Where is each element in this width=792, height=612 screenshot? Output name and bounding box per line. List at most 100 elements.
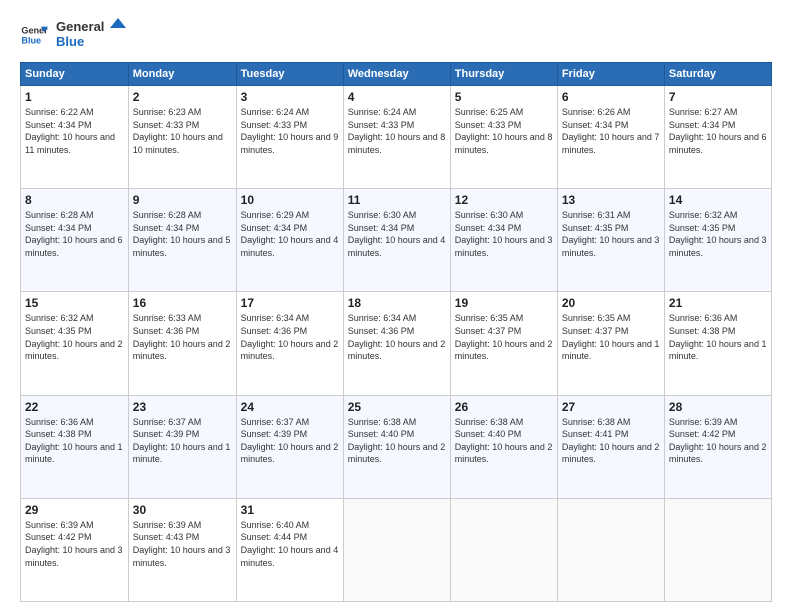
day-info: Sunrise: 6:28 AMSunset: 4:34 PMDaylight:… <box>25 209 124 259</box>
logo-svg: General Blue <box>56 16 126 54</box>
day-number: 25 <box>348 400 446 414</box>
day-number: 29 <box>25 503 124 517</box>
svg-text:General: General <box>56 19 104 34</box>
calendar-cell <box>343 498 450 601</box>
calendar-cell <box>557 498 664 601</box>
day-number: 1 <box>25 90 124 104</box>
day-number: 2 <box>133 90 232 104</box>
day-info: Sunrise: 6:34 AMSunset: 4:36 PMDaylight:… <box>348 312 446 362</box>
calendar-cell: 5 Sunrise: 6:25 AMSunset: 4:33 PMDayligh… <box>450 86 557 189</box>
day-number: 9 <box>133 193 232 207</box>
calendar-cell: 19 Sunrise: 6:35 AMSunset: 4:37 PMDaylig… <box>450 292 557 395</box>
calendar-cell: 6 Sunrise: 6:26 AMSunset: 4:34 PMDayligh… <box>557 86 664 189</box>
calendar-cell: 14 Sunrise: 6:32 AMSunset: 4:35 PMDaylig… <box>664 189 771 292</box>
calendar-week-row: 8 Sunrise: 6:28 AMSunset: 4:34 PMDayligh… <box>21 189 772 292</box>
day-number: 17 <box>241 296 339 310</box>
day-number: 12 <box>455 193 553 207</box>
day-number: 23 <box>133 400 232 414</box>
day-info: Sunrise: 6:40 AMSunset: 4:44 PMDaylight:… <box>241 519 339 569</box>
day-number: 3 <box>241 90 339 104</box>
day-number: 8 <box>25 193 124 207</box>
calendar-cell: 9 Sunrise: 6:28 AMSunset: 4:34 PMDayligh… <box>128 189 236 292</box>
day-number: 24 <box>241 400 339 414</box>
weekday-header: Wednesday <box>343 63 450 86</box>
day-info: Sunrise: 6:25 AMSunset: 4:33 PMDaylight:… <box>455 106 553 156</box>
day-info: Sunrise: 6:32 AMSunset: 4:35 PMDaylight:… <box>25 312 124 362</box>
day-info: Sunrise: 6:36 AMSunset: 4:38 PMDaylight:… <box>669 312 767 362</box>
calendar-cell: 22 Sunrise: 6:36 AMSunset: 4:38 PMDaylig… <box>21 395 129 498</box>
calendar-cell: 7 Sunrise: 6:27 AMSunset: 4:34 PMDayligh… <box>664 86 771 189</box>
day-number: 31 <box>241 503 339 517</box>
logo: General Blue General Blue <box>20 16 126 54</box>
day-info: Sunrise: 6:31 AMSunset: 4:35 PMDaylight:… <box>562 209 660 259</box>
day-number: 20 <box>562 296 660 310</box>
calendar-header-row: SundayMondayTuesdayWednesdayThursdayFrid… <box>21 63 772 86</box>
day-info: Sunrise: 6:32 AMSunset: 4:35 PMDaylight:… <box>669 209 767 259</box>
day-info: Sunrise: 6:38 AMSunset: 4:40 PMDaylight:… <box>348 416 446 466</box>
general-blue-logo-icon: General Blue <box>20 21 48 49</box>
calendar-cell: 28 Sunrise: 6:39 AMSunset: 4:42 PMDaylig… <box>664 395 771 498</box>
svg-text:Blue: Blue <box>56 34 84 49</box>
calendar-cell: 2 Sunrise: 6:23 AMSunset: 4:33 PMDayligh… <box>128 86 236 189</box>
calendar-cell: 23 Sunrise: 6:37 AMSunset: 4:39 PMDaylig… <box>128 395 236 498</box>
calendar-cell: 30 Sunrise: 6:39 AMSunset: 4:43 PMDaylig… <box>128 498 236 601</box>
calendar-cell: 24 Sunrise: 6:37 AMSunset: 4:39 PMDaylig… <box>236 395 343 498</box>
day-info: Sunrise: 6:38 AMSunset: 4:41 PMDaylight:… <box>562 416 660 466</box>
day-info: Sunrise: 6:24 AMSunset: 4:33 PMDaylight:… <box>348 106 446 156</box>
weekday-header: Tuesday <box>236 63 343 86</box>
day-number: 13 <box>562 193 660 207</box>
day-info: Sunrise: 6:29 AMSunset: 4:34 PMDaylight:… <box>241 209 339 259</box>
calendar-week-row: 1 Sunrise: 6:22 AMSunset: 4:34 PMDayligh… <box>21 86 772 189</box>
day-number: 11 <box>348 193 446 207</box>
calendar-table: SundayMondayTuesdayWednesdayThursdayFrid… <box>20 62 772 602</box>
calendar-cell: 8 Sunrise: 6:28 AMSunset: 4:34 PMDayligh… <box>21 189 129 292</box>
calendar-cell: 13 Sunrise: 6:31 AMSunset: 4:35 PMDaylig… <box>557 189 664 292</box>
day-info: Sunrise: 6:22 AMSunset: 4:34 PMDaylight:… <box>25 106 124 156</box>
day-number: 6 <box>562 90 660 104</box>
calendar-cell: 1 Sunrise: 6:22 AMSunset: 4:34 PMDayligh… <box>21 86 129 189</box>
weekday-header: Friday <box>557 63 664 86</box>
day-info: Sunrise: 6:35 AMSunset: 4:37 PMDaylight:… <box>562 312 660 362</box>
day-number: 5 <box>455 90 553 104</box>
calendar-cell <box>450 498 557 601</box>
calendar-cell: 27 Sunrise: 6:38 AMSunset: 4:41 PMDaylig… <box>557 395 664 498</box>
calendar-cell: 4 Sunrise: 6:24 AMSunset: 4:33 PMDayligh… <box>343 86 450 189</box>
day-number: 15 <box>25 296 124 310</box>
day-info: Sunrise: 6:27 AMSunset: 4:34 PMDaylight:… <box>669 106 767 156</box>
day-info: Sunrise: 6:30 AMSunset: 4:34 PMDaylight:… <box>348 209 446 259</box>
day-info: Sunrise: 6:24 AMSunset: 4:33 PMDaylight:… <box>241 106 339 156</box>
day-info: Sunrise: 6:39 AMSunset: 4:42 PMDaylight:… <box>669 416 767 466</box>
calendar-cell: 31 Sunrise: 6:40 AMSunset: 4:44 PMDaylig… <box>236 498 343 601</box>
calendar-cell: 29 Sunrise: 6:39 AMSunset: 4:42 PMDaylig… <box>21 498 129 601</box>
day-info: Sunrise: 6:37 AMSunset: 4:39 PMDaylight:… <box>133 416 232 466</box>
calendar-cell: 18 Sunrise: 6:34 AMSunset: 4:36 PMDaylig… <box>343 292 450 395</box>
weekday-header: Saturday <box>664 63 771 86</box>
calendar-cell: 3 Sunrise: 6:24 AMSunset: 4:33 PMDayligh… <box>236 86 343 189</box>
day-info: Sunrise: 6:34 AMSunset: 4:36 PMDaylight:… <box>241 312 339 362</box>
calendar-cell: 11 Sunrise: 6:30 AMSunset: 4:34 PMDaylig… <box>343 189 450 292</box>
day-info: Sunrise: 6:37 AMSunset: 4:39 PMDaylight:… <box>241 416 339 466</box>
day-info: Sunrise: 6:23 AMSunset: 4:33 PMDaylight:… <box>133 106 232 156</box>
day-info: Sunrise: 6:28 AMSunset: 4:34 PMDaylight:… <box>133 209 232 259</box>
day-number: 14 <box>669 193 767 207</box>
calendar-cell: 15 Sunrise: 6:32 AMSunset: 4:35 PMDaylig… <box>21 292 129 395</box>
calendar-cell: 10 Sunrise: 6:29 AMSunset: 4:34 PMDaylig… <box>236 189 343 292</box>
weekday-header: Monday <box>128 63 236 86</box>
calendar-cell: 20 Sunrise: 6:35 AMSunset: 4:37 PMDaylig… <box>557 292 664 395</box>
day-number: 28 <box>669 400 767 414</box>
calendar-cell: 26 Sunrise: 6:38 AMSunset: 4:40 PMDaylig… <box>450 395 557 498</box>
day-info: Sunrise: 6:39 AMSunset: 4:43 PMDaylight:… <box>133 519 232 569</box>
day-number: 26 <box>455 400 553 414</box>
day-number: 27 <box>562 400 660 414</box>
calendar-cell: 17 Sunrise: 6:34 AMSunset: 4:36 PMDaylig… <box>236 292 343 395</box>
day-info: Sunrise: 6:38 AMSunset: 4:40 PMDaylight:… <box>455 416 553 466</box>
svg-text:Blue: Blue <box>21 35 41 45</box>
day-info: Sunrise: 6:36 AMSunset: 4:38 PMDaylight:… <box>25 416 124 466</box>
day-number: 21 <box>669 296 767 310</box>
calendar-cell: 12 Sunrise: 6:30 AMSunset: 4:34 PMDaylig… <box>450 189 557 292</box>
day-info: Sunrise: 6:26 AMSunset: 4:34 PMDaylight:… <box>562 106 660 156</box>
day-number: 18 <box>348 296 446 310</box>
header: General Blue General Blue <box>20 16 772 54</box>
weekday-header: Thursday <box>450 63 557 86</box>
weekday-header: Sunday <box>21 63 129 86</box>
